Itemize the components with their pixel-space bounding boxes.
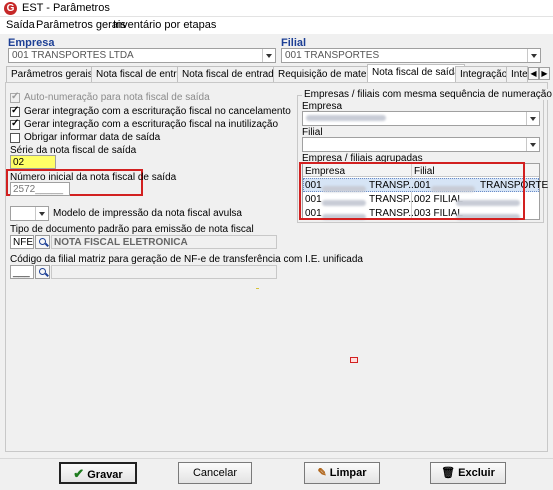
tipo-documento-desc: NOTA FISCAL ELETRONICA [51, 235, 277, 249]
obrigar-data-checkbox[interactable] [10, 133, 20, 143]
limpar-button[interactable]: ✎ Limpar [304, 462, 380, 484]
tipo-documento-label: Tipo de documento padrão para emissão de… [10, 224, 254, 235]
serie-input[interactable]: 02 [10, 155, 56, 169]
chevron-down-icon[interactable] [262, 49, 275, 62]
codigo-filial-label: Código da filial matriz para geração de … [10, 254, 363, 265]
search-icon[interactable] [35, 235, 50, 249]
empresa-select[interactable]: 001 TRANSPORTES LTDA [8, 48, 276, 63]
cancelar-label: Cancelar [192, 467, 238, 479]
red-marker-icon [350, 357, 358, 363]
modelo-select[interactable] [10, 206, 49, 221]
gerar-cancelamento-label: Gerar integração com a escrituração fisc… [24, 106, 291, 117]
chevron-down-icon[interactable] [526, 112, 539, 125]
menu-inventario[interactable]: Inventário por etapas [113, 19, 216, 31]
auto-numeracao-label: Auto-numeração para nota fiscal de saída [24, 92, 210, 103]
tab-integ[interactable]: Integ [506, 66, 528, 82]
right-empresa-select[interactable] [302, 111, 540, 126]
filial-value: 001 TRANSPORTES [285, 50, 380, 61]
empresa-value: 001 TRANSPORTES LTDA [12, 50, 134, 61]
cancelar-button[interactable]: Cancelar [178, 462, 252, 484]
obrigar-data-label: Obrigar informar data de saída [24, 132, 161, 143]
trash-icon: 🗑 [441, 467, 456, 479]
window-title: EST - Parâmetros [22, 2, 110, 14]
tab-integracao[interactable]: Integração [455, 66, 513, 82]
gravar-label: Gravar [87, 469, 123, 481]
eraser-icon: ✎ [317, 467, 327, 479]
limpar-label: Limpar [329, 467, 367, 479]
gerar-inutilizacao-checkbox[interactable] [10, 118, 20, 130]
excluir-label: Excluir [458, 467, 495, 479]
numero-inicial-input[interactable]: 2572_____ [10, 182, 70, 196]
right-filial-select[interactable] [302, 137, 540, 152]
gerar-cancelamento-checkbox[interactable] [10, 105, 20, 117]
search-icon[interactable] [35, 265, 50, 279]
tab-scroll-left-icon[interactable]: ◀ [528, 67, 539, 80]
grid-highlight [299, 162, 525, 220]
check-icon: ✔ [73, 466, 85, 481]
modelo-label: Modelo de impressão da nota fiscal avuls… [53, 208, 242, 219]
auto-numeracao-checkbox[interactable] [10, 91, 20, 103]
tipo-documento-code[interactable]: NFE [10, 235, 34, 249]
codigo-filial-code[interactable]: ___ [10, 265, 34, 279]
pixel-artifact [256, 288, 259, 289]
filial-select[interactable]: 001 TRANSPORTES [281, 48, 541, 63]
chevron-down-icon[interactable] [526, 138, 539, 151]
tab-scroll-right-icon[interactable]: ▶ [539, 67, 550, 80]
gravar-button[interactable]: ✔ Gravar [59, 462, 137, 484]
right-empresa-value [306, 113, 386, 124]
codigo-filial-desc [51, 265, 277, 279]
tab-nota-fiscal-saida[interactable]: Nota fiscal de saída [367, 64, 465, 83]
mesma-sequencia-title: Empresas / filiais com mesma sequência d… [302, 89, 553, 100]
app-icon: G [4, 2, 17, 15]
excluir-button[interactable]: 🗑 Excluir [430, 462, 506, 484]
menu-saida[interactable]: Saída [6, 19, 35, 31]
gerar-inutilizacao-label: Gerar integração com a escrituração fisc… [24, 119, 279, 130]
chevron-down-icon[interactable] [35, 207, 48, 220]
chevron-down-icon[interactable] [527, 49, 540, 62]
